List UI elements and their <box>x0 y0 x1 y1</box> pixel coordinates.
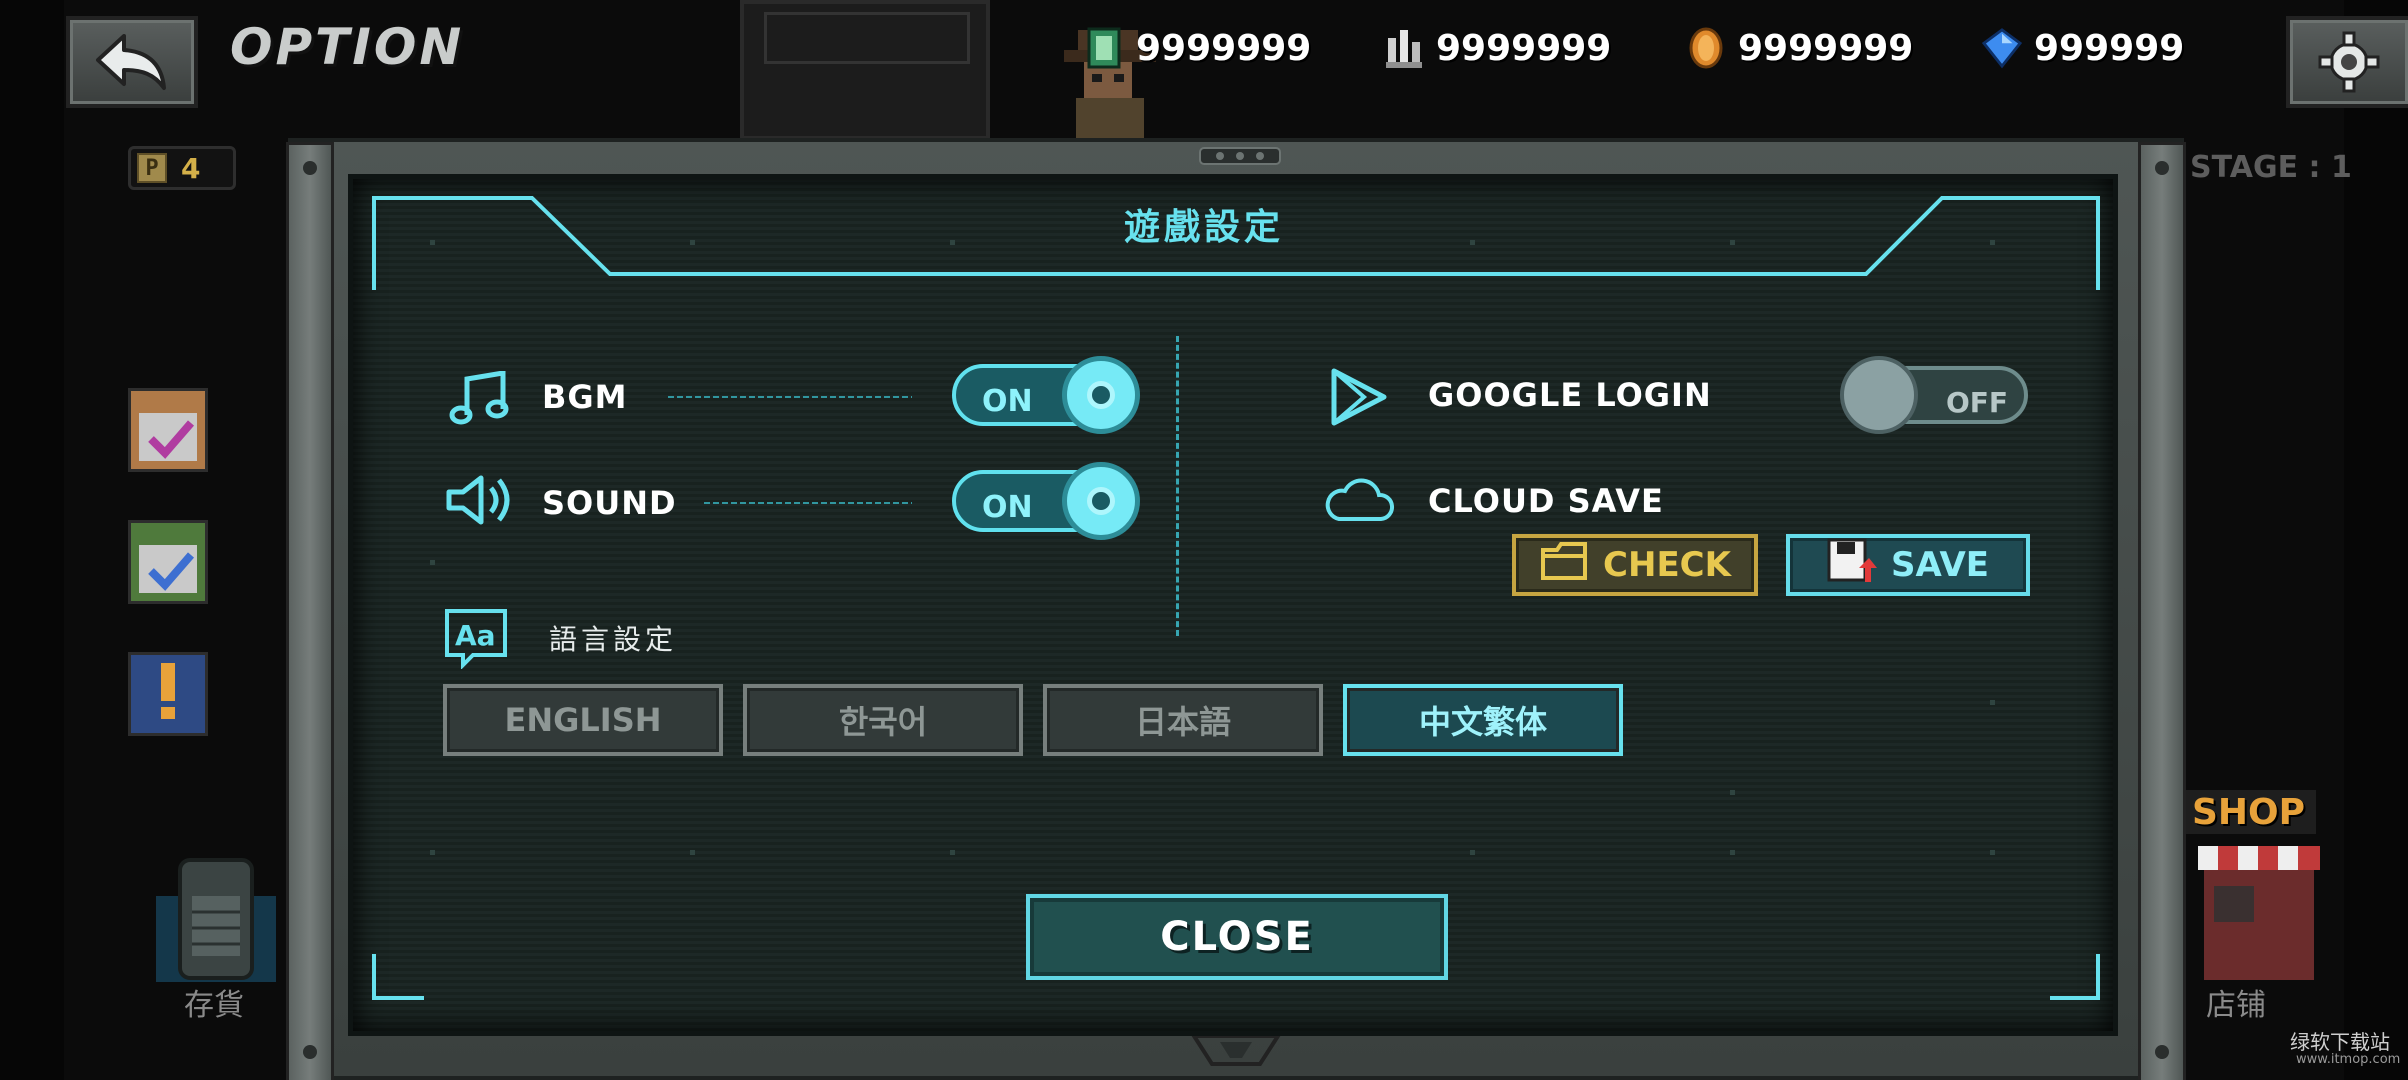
parts-value: 9999999 <box>1436 27 1612 69</box>
parts-icon <box>1384 26 1424 70</box>
gear-icon <box>2318 31 2380 93</box>
cloud-icon <box>1322 470 1396 532</box>
gem-icon <box>1982 26 2022 70</box>
back-button[interactable] <box>66 16 198 108</box>
cloud-save-button[interactable]: SAVE <box>1786 534 2030 596</box>
attendance-button[interactable] <box>128 520 208 604</box>
save-disk-icon <box>1827 538 1877 593</box>
watermark-text: 绿软下载站 <box>2290 1030 2390 1054</box>
background-building <box>740 0 990 140</box>
cloud-check-button[interactable]: CHECK <box>1512 534 1758 596</box>
back-arrow-icon <box>96 34 166 90</box>
column-divider <box>1176 336 1179 636</box>
coin-icon <box>1686 26 1726 70</box>
music-note-icon <box>446 368 512 428</box>
check-label: CHECK <box>1603 545 1731 585</box>
settings-button[interactable] <box>2286 16 2408 108</box>
folder-icon <box>1539 540 1589 591</box>
lang-traditional-chinese-button[interactable]: 中文繁体 <box>1343 684 1623 756</box>
google-login-toggle[interactable]: OFF <box>1840 356 2030 434</box>
parts-counter: 9999999 <box>1384 26 1611 70</box>
bgm-toggle-state: ON <box>982 384 1033 419</box>
google-login-label: GOOGLE LOGIN <box>1428 376 1712 414</box>
page-title: OPTION <box>230 18 465 76</box>
shop-sign: SHOP <box>2192 792 2306 833</box>
sound-toggle-knob <box>1062 462 1140 540</box>
google-login-toggle-state: OFF <box>1946 386 2009 419</box>
calendar-check-icon <box>139 545 197 593</box>
cash-counter: 9999999 <box>1084 26 1311 70</box>
close-button[interactable]: CLOSE <box>1026 894 1448 980</box>
coin-counter: 9999999 <box>1686 26 1913 70</box>
bgm-line <box>668 396 912 398</box>
inventory-button[interactable] <box>146 856 286 986</box>
gem-value: 999999 <box>2034 27 2185 69</box>
quest-alert-icon <box>161 663 175 719</box>
watermark-url: www.itmop.com <box>2296 1052 2401 1067</box>
sound-toggle-state: ON <box>982 490 1033 525</box>
points-badge: P 4 <box>128 146 236 190</box>
dialog-title: 遊戲設定 <box>1123 207 1284 248</box>
shop-button[interactable]: SHOP <box>2184 786 2334 986</box>
google-login-toggle-knob <box>1840 356 1918 434</box>
lang-japanese-button[interactable]: 日本語 <box>1043 684 1323 756</box>
frame-post-left <box>286 142 334 1080</box>
language-icon: Aa <box>442 606 510 670</box>
emblem-icon <box>1190 1034 1282 1066</box>
quest-book-button[interactable] <box>128 652 208 736</box>
cash-value: 9999999 <box>1136 27 1312 69</box>
calendar-check-icon <box>139 413 197 461</box>
frame-post-right <box>2138 142 2186 1080</box>
cloud-save-label: CLOUD SAVE <box>1428 482 1664 520</box>
speaker-icon <box>442 470 516 530</box>
bgm-toggle[interactable]: ON <box>952 356 1142 434</box>
language-title: 語言設定 <box>549 623 678 656</box>
sound-line <box>704 502 912 504</box>
google-play-icon <box>1326 364 1392 430</box>
points-icon: P <box>137 153 167 183</box>
save-label: SAVE <box>1890 545 1990 585</box>
lang-english-button[interactable]: ENGLISH <box>443 684 723 756</box>
inventory-label: 存貨 <box>184 988 244 1023</box>
shop-label: 店铺 <box>2206 988 2266 1023</box>
bgm-label: BGM <box>542 378 628 416</box>
svg-text:Aa: Aa <box>455 619 496 652</box>
top-hinge-icon <box>1199 147 1281 165</box>
daily-checkin-button[interactable] <box>128 388 208 472</box>
stage-indicator: STAGE : 1 <box>2190 150 2352 185</box>
coin-value: 9999999 <box>1738 27 1914 69</box>
cash-icon <box>1084 26 1124 70</box>
bgm-toggle-knob <box>1062 356 1140 434</box>
lang-korean-button[interactable]: 한국어 <box>743 684 1023 756</box>
gem-counter: 999999 <box>1982 26 2184 70</box>
backpack-icon <box>156 858 276 982</box>
sound-label: SOUND <box>542 484 677 522</box>
sound-toggle[interactable]: ON <box>952 462 1142 540</box>
points-value: 4 <box>181 151 201 185</box>
